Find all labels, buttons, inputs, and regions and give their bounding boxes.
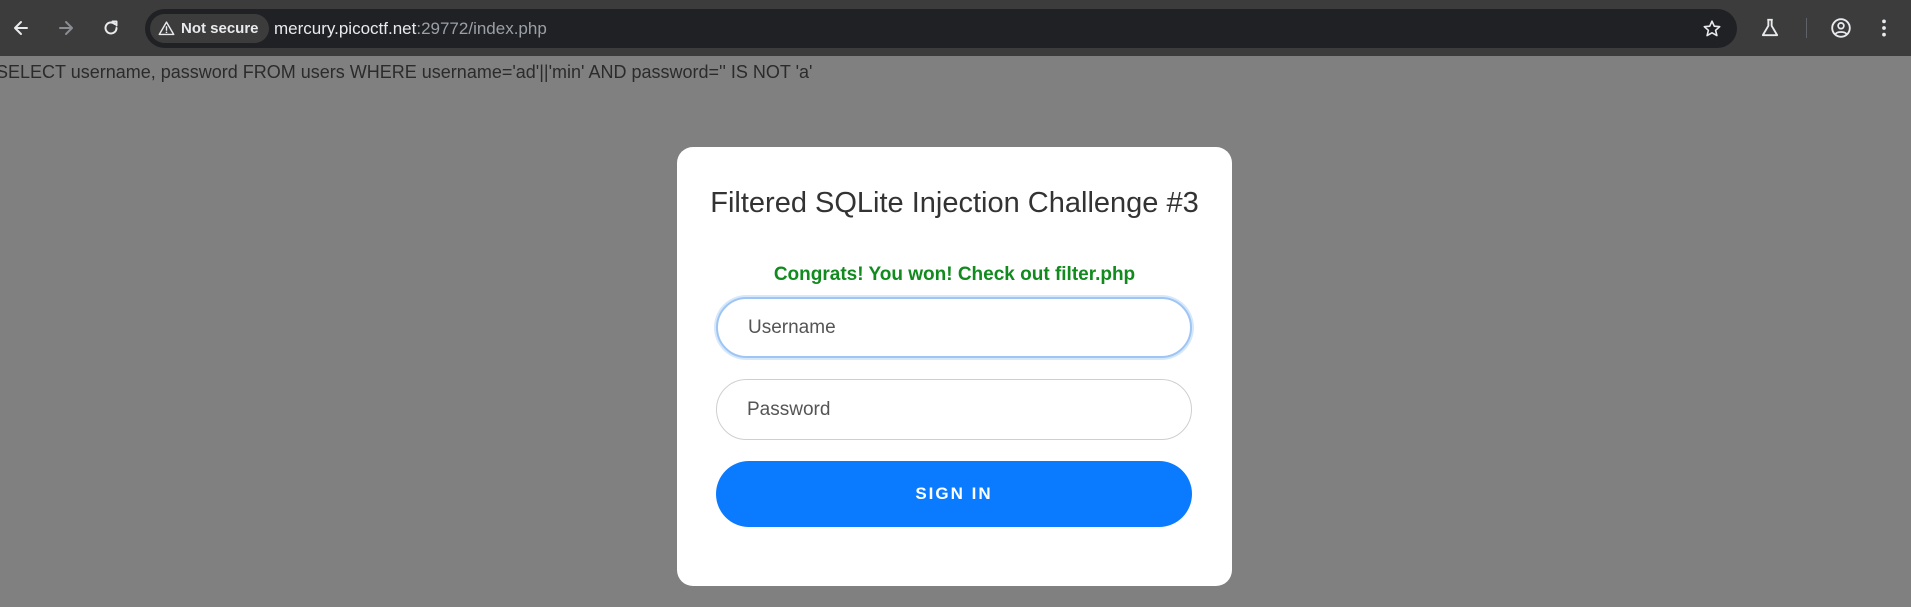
labs-button[interactable] — [1752, 10, 1788, 46]
password-input[interactable] — [716, 379, 1192, 440]
star-icon — [1703, 19, 1720, 36]
reload-button[interactable] — [93, 10, 129, 46]
forward-button[interactable] — [48, 10, 84, 46]
toolbar-separator — [1806, 18, 1807, 38]
security-indicator[interactable]: Not secure — [150, 14, 269, 43]
kebab-menu-icon — [1882, 19, 1886, 37]
address-bar[interactable]: Not secure mercury.picoctf.net:29772/ind… — [145, 9, 1737, 48]
profile-icon — [1831, 18, 1851, 38]
menu-button[interactable] — [1866, 10, 1902, 46]
bookmark-button[interactable] — [1696, 13, 1727, 44]
success-message: Congrats! You won! Check out filter.php — [773, 264, 1136, 285]
login-card: Filtered SQLite Injection Challenge #3 C… — [677, 147, 1232, 586]
url-text[interactable]: mercury.picoctf.net:29772/index.php — [274, 9, 547, 48]
back-arrow-icon — [14, 21, 28, 35]
url-host: mercury.picoctf.net — [274, 19, 417, 38]
reload-icon — [104, 20, 118, 35]
url-path: :29772/index.php — [416, 19, 547, 38]
security-label: Not secure — [181, 20, 259, 37]
username-input[interactable] — [716, 297, 1192, 358]
warning-triangle-icon — [158, 21, 175, 36]
forward-arrow-icon — [59, 21, 73, 35]
debug-sql-query: SELECT username, password FROM users WHE… — [0, 62, 813, 82]
back-button[interactable] — [3, 10, 39, 46]
sign-in-button[interactable]: SIGN IN — [716, 461, 1192, 527]
flask-icon — [1761, 18, 1779, 37]
browser-toolbar: Not secure mercury.picoctf.net:29772/ind… — [0, 0, 1911, 56]
profile-button[interactable] — [1823, 10, 1859, 46]
page-title: Filtered SQLite Injection Challenge #3 — [710, 187, 1199, 219]
